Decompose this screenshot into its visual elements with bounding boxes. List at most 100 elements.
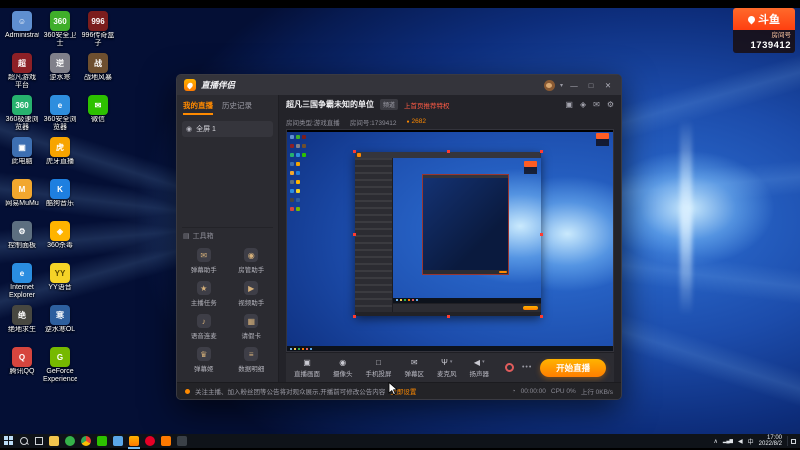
app-icon: 绝: [12, 305, 32, 325]
toolbar-button[interactable]: ▣ 直播画面: [294, 358, 320, 378]
header-icon[interactable]: ▣: [565, 100, 573, 109]
desktop-icon[interactable]: K 酷狗音乐: [43, 179, 77, 221]
app-title: 直播伴侣: [201, 80, 236, 90]
toolbar-button[interactable]: ◉ 摄像头: [333, 358, 353, 378]
header-icons: ▣ ◈ ✉ ⚙: [565, 100, 614, 109]
close-button[interactable]: ✕: [602, 81, 614, 90]
nested-screen-capture: [287, 130, 613, 351]
record-icon[interactable]: [505, 363, 514, 372]
header-icon[interactable]: ⚙: [607, 100, 614, 109]
stream-title[interactable]: 超凡三国争霸未知的单位: [286, 99, 374, 110]
announcement-icon: [185, 388, 190, 394]
desktop-icon-label: Administrator: [5, 32, 39, 39]
desktop-icon[interactable]: ✉ 微信: [81, 95, 115, 137]
network-icon[interactable]: ▂▄▆: [723, 438, 733, 444]
toolbox-item[interactable]: ▦ 请假卡: [230, 314, 274, 340]
channel-chip[interactable]: 频道: [380, 99, 399, 110]
header-icon[interactable]: ◈: [580, 100, 586, 109]
start-button[interactable]: [4, 436, 14, 446]
taskbar-app-icon[interactable]: [49, 436, 59, 446]
nested-app-window-2: [422, 173, 509, 276]
taskbar: ∧ ▂▄▆ ◀ 中 17:00 2022/8/2: [0, 434, 800, 449]
desktop-icon-label: YY语音: [48, 284, 72, 291]
toolbar-button[interactable]: ◀ ▾ 扬声器: [470, 358, 490, 378]
clock[interactable]: 17:00 2022/8/2: [759, 435, 782, 448]
toolbar-button[interactable]: □ 手机投屏: [366, 358, 392, 378]
toolbox-item[interactable]: ♪ 语音连麦: [182, 314, 226, 340]
desktop-icon[interactable]: e Internet Explorer: [5, 263, 39, 305]
user-avatar[interactable]: [543, 79, 555, 91]
minimize-button[interactable]: —: [568, 81, 580, 90]
toolbox-item[interactable]: ♛ 弹幕姬: [182, 347, 226, 373]
desktop-icon[interactable]: 虎 虎牙直播: [43, 137, 77, 179]
taskbar-app-icon[interactable]: [128, 436, 140, 449]
header-icon[interactable]: ✉: [593, 100, 600, 109]
desktop-icon-label: 逆水寒OL: [44, 326, 76, 333]
desktop-icon[interactable]: 战 战地风暴: [81, 53, 115, 95]
desktop-icon-label: 超凡游戏平台: [8, 74, 36, 89]
room-number-label: 房间号: [771, 32, 792, 39]
tray-expand-icon[interactable]: ∧: [713, 438, 717, 445]
desktop-icon[interactable]: ▣ 此电脑: [5, 137, 39, 179]
dropdown-caret-icon[interactable]: ▾: [450, 359, 453, 365]
taskbar-app-icon[interactable]: [81, 436, 91, 446]
tab[interactable]: 历史记录: [222, 100, 252, 115]
desktop-icon[interactable]: 360 360极速浏览器: [5, 95, 39, 137]
desktop-icon[interactable]: 寒 逆水寒OL: [43, 305, 77, 347]
toolbar-button[interactable]: ✉ 弹幕区: [405, 358, 425, 378]
avatar-menu-caret-icon[interactable]: ▾: [560, 82, 563, 89]
capture-source-item[interactable]: ◉ 全屏 1: [182, 121, 273, 137]
desktop-icon[interactable]: e 360安全浏览器: [43, 95, 77, 137]
titlebar[interactable]: 直播伴侣 ▾ — □ ✕: [177, 75, 621, 95]
taskbar-app-icon[interactable]: [145, 436, 155, 446]
desktop-icon[interactable]: YY YY语音: [43, 263, 77, 305]
maximize-button[interactable]: □: [585, 81, 597, 90]
tool-icon: ♛: [196, 347, 211, 361]
desktop-icon[interactable]: ⚙ 控制面板: [5, 221, 39, 263]
desktop-icon[interactable]: 超 超凡游戏平台: [5, 53, 39, 95]
toolbox-item[interactable]: ≡ 数据明细: [230, 347, 274, 373]
desktop-icon[interactable]: M 网易MuMu: [5, 179, 39, 221]
app-icon: 996: [88, 11, 108, 31]
promo-text[interactable]: 上首页推荐特权: [404, 100, 450, 110]
desktop-icon[interactable]: 绝 绝地求生: [5, 305, 39, 347]
toolbox-item[interactable]: ✉ 弹幕助手: [182, 248, 226, 274]
toolbox-item[interactable]: ◉ 房管助手: [230, 248, 274, 274]
toolbar-button[interactable]: Ψ ▾ 麦克风: [437, 358, 457, 378]
toolbox-item[interactable]: ★ 主播任务: [182, 281, 226, 307]
cpu-usage: CPU 0%: [550, 387, 576, 395]
volume-icon[interactable]: ◀: [738, 438, 743, 445]
eye-icon[interactable]: ◉: [186, 125, 192, 133]
taskbar-app-icon[interactable]: [113, 436, 123, 446]
desktop-icon[interactable]: 360 360安全卫士: [43, 11, 77, 53]
search-icon[interactable]: [20, 436, 29, 446]
taskbar-app-icon[interactable]: [161, 436, 171, 446]
desktop-icon[interactable]: G GeForce Experience: [43, 347, 77, 389]
desktop-icon[interactable]: 逆 逆水寒: [43, 53, 77, 95]
announcement-text: 关注主播、加入粉丝团等公告将对观众展示,开播前可修改公告内容: [195, 389, 386, 396]
desktop-icon-label: Internet Explorer: [8, 284, 36, 299]
taskbar-app-icon[interactable]: [97, 436, 107, 446]
action-center-icon[interactable]: [787, 436, 796, 446]
tab[interactable]: 我的直播: [183, 100, 213, 115]
dropdown-caret-icon[interactable]: ▾: [482, 359, 485, 365]
start-live-button[interactable]: 开始直播: [540, 358, 606, 377]
ime-indicator[interactable]: 中: [748, 437, 754, 446]
desktop-icon[interactable]: ☺ Administrator: [5, 11, 39, 53]
taskbar-app-icon[interactable]: [177, 436, 187, 446]
task-view-icon[interactable]: [35, 437, 43, 445]
toolbox-item[interactable]: ▶ 视频助手: [230, 281, 274, 307]
taskbar-app-icon[interactable]: [65, 436, 75, 446]
light-column: [680, 118, 692, 315]
more-button[interactable]: •••: [522, 364, 532, 371]
desktop-icon[interactable]: ◈ 360杀毒: [43, 221, 77, 263]
desktop-icon-label: 酷狗音乐: [46, 200, 74, 207]
desktop-icon[interactable]: Q 腾讯QQ: [5, 347, 39, 389]
tool-label: 主播任务: [190, 300, 217, 307]
stream-preview[interactable]: [286, 129, 614, 352]
nested-douyu-badge: [596, 133, 609, 146]
desktop-icon[interactable]: 996 996传奇盒子: [81, 11, 115, 53]
douyu-brand-text: 斗鱼: [758, 14, 780, 26]
desktop-icons: ☺ Administrator 超 超凡游戏平台 360 360极速浏览器 ▣ …: [5, 11, 115, 389]
desktop-icon-label: 微信: [91, 116, 105, 123]
